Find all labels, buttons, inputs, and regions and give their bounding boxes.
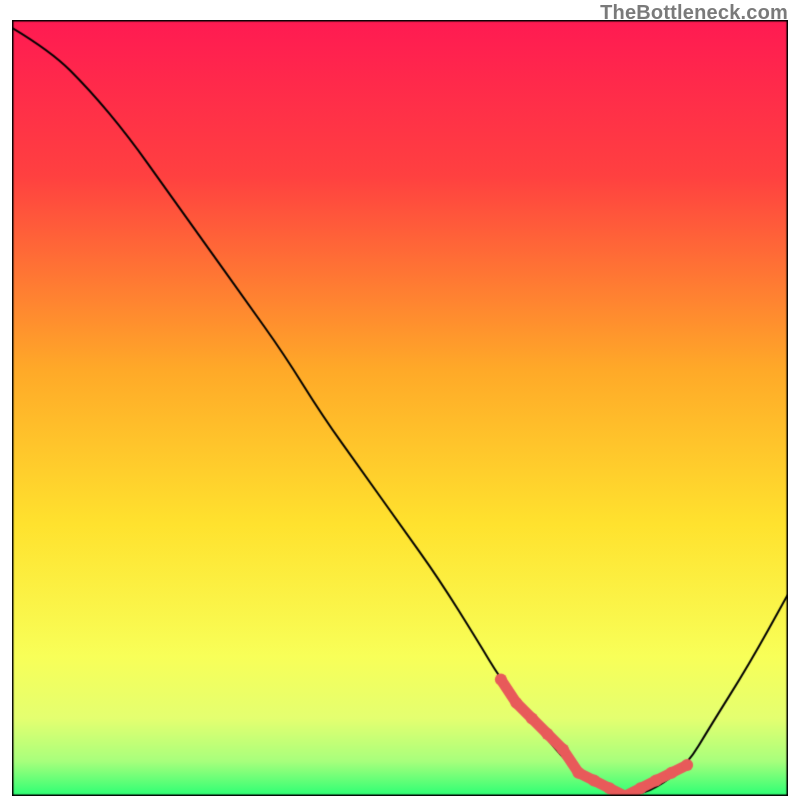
chart-container: TheBottleneck.com <box>0 0 800 800</box>
bottleneck-chart <box>12 20 788 796</box>
